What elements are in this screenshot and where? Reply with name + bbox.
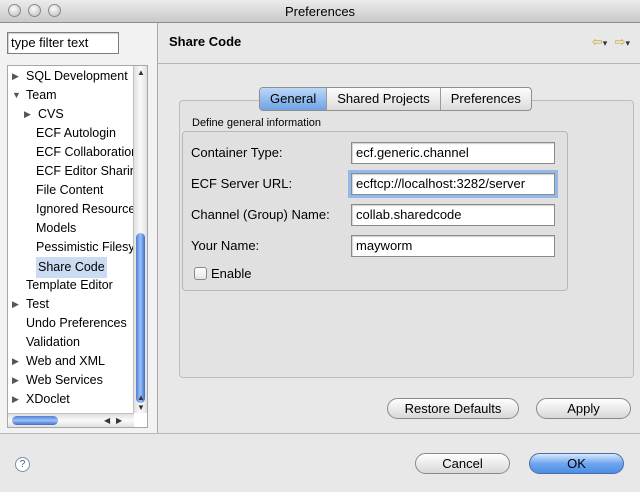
scroll-up-arrow-icon-bottom[interactable]: ▲ bbox=[137, 393, 145, 402]
tree-item-label: Web and XML bbox=[26, 354, 105, 368]
apply-button[interactable]: Apply bbox=[536, 398, 631, 419]
enable-checkbox[interactable] bbox=[194, 267, 207, 280]
channel-name-field[interactable]: collab.sharedcode bbox=[351, 204, 555, 226]
forward-arrow-icon[interactable]: ⇨ bbox=[615, 34, 626, 49]
help-icon[interactable]: ? bbox=[15, 457, 30, 472]
disclosure-collapsed-icon[interactable]: ▶ bbox=[12, 371, 22, 390]
enable-checkbox-label[interactable]: Enable bbox=[211, 266, 251, 281]
tab-general[interactable]: General bbox=[260, 88, 328, 110]
ok-button[interactable]: OK bbox=[529, 453, 624, 474]
tree-item-label: CVS bbox=[38, 107, 64, 121]
cancel-button[interactable]: Cancel bbox=[415, 453, 510, 474]
tree-item-label: Template Editor bbox=[26, 278, 113, 292]
restore-defaults-button[interactable]: Restore Defaults bbox=[387, 398, 519, 419]
preferences-tree: ▶ SQL Development ▼ Team ▶ CVS ECF Autologin EC… bbox=[7, 65, 148, 428]
tree-item-label: Web Services bbox=[26, 373, 103, 387]
tab-shared-projects[interactable]: Shared Projects bbox=[327, 88, 441, 110]
tree-horizontal-scrollbar[interactable]: ◀ ▶ bbox=[8, 413, 134, 427]
window-title: Preferences bbox=[284, 4, 356, 19]
tree-vertical-scrollbar[interactable]: ▲ ▲ ▼ bbox=[133, 66, 147, 413]
container-type-label: Container Type: bbox=[191, 145, 283, 160]
server-url-field[interactable]: ecftcp://localhost:3282/server bbox=[348, 170, 558, 198]
scroll-right-arrow-icon[interactable]: ▶ bbox=[116, 416, 122, 425]
tree-horizontal-scroll-thumb[interactable] bbox=[12, 416, 58, 425]
tree-item-label: File Content bbox=[36, 183, 104, 197]
your-name-field[interactable]: mayworm bbox=[351, 235, 555, 257]
disclosure-collapsed-icon[interactable]: ▶ bbox=[12, 67, 22, 86]
container-type-field[interactable]: ecf.generic.channel bbox=[351, 142, 555, 164]
title-bar: Preferences bbox=[0, 0, 640, 23]
tree-item-label: Share Code bbox=[36, 257, 107, 278]
server-url-label: ECF Server URL: bbox=[191, 176, 293, 191]
tree-item-label: Validation bbox=[26, 335, 80, 349]
section-legend: Define general information bbox=[192, 117, 322, 129]
back-arrow-icon[interactable]: ⇦ bbox=[592, 34, 603, 49]
scroll-down-arrow-icon[interactable]: ▼ bbox=[137, 403, 145, 412]
tree-item-label: ECF Autologin bbox=[36, 126, 116, 140]
disclosure-collapsed-icon[interactable]: ▶ bbox=[24, 105, 34, 124]
tree-item-label: XDoclet bbox=[26, 392, 70, 406]
tree-item-label: SQL Development bbox=[26, 69, 128, 83]
disclosure-expanded-icon[interactable]: ▼ bbox=[12, 86, 22, 105]
history-navigation: ⇦▾ ⇨▾ bbox=[592, 34, 630, 50]
tree-item-label: Ignored Resources bbox=[36, 202, 134, 216]
forward-dropdown-icon[interactable]: ▾ bbox=[625, 38, 630, 48]
your-name-label: Your Name: bbox=[191, 238, 260, 253]
tree-item-label: Undo Preferences bbox=[26, 316, 127, 330]
tab-bar: General Shared Projects Preferences bbox=[259, 87, 532, 111]
disclosure-collapsed-icon[interactable]: ▶ bbox=[12, 390, 22, 409]
preferences-page: Share Code ⇦▾ ⇨▾ General Shared Projects… bbox=[158, 23, 640, 433]
back-dropdown-icon[interactable]: ▾ bbox=[603, 38, 608, 48]
tree-item-label: Team bbox=[26, 88, 57, 102]
disclosure-collapsed-icon[interactable]: ▶ bbox=[12, 295, 22, 314]
scroll-left-arrow-icon[interactable]: ◀ bbox=[104, 416, 110, 425]
dialog-button-bar: ? Cancel OK bbox=[0, 433, 640, 492]
preferences-navigation-pane: type filter text ▶ SQL Development ▼ Team ▶ C… bbox=[0, 23, 158, 433]
page-title: Share Code bbox=[169, 34, 242, 49]
tree-item-label: ECF Collaboration bbox=[36, 145, 134, 159]
scroll-up-arrow-icon[interactable]: ▲ bbox=[137, 68, 145, 77]
tree-item-label: Test bbox=[26, 297, 49, 311]
channel-name-label: Channel (Group) Name: bbox=[191, 207, 330, 222]
filter-input[interactable]: type filter text bbox=[7, 32, 119, 54]
disclosure-collapsed-icon[interactable]: ▶ bbox=[12, 352, 22, 371]
tree-item-label: Pessimistic Filesystem bbox=[36, 240, 134, 254]
tree-item-label: ECF Editor Sharing bbox=[36, 164, 134, 178]
tree-item-label: Models bbox=[36, 221, 77, 235]
title-separator bbox=[158, 63, 640, 64]
tree-vertical-scroll-thumb[interactable] bbox=[136, 233, 145, 403]
tree-list: ▶ SQL Development ▼ Team ▶ CVS ECF Autologin EC… bbox=[8, 66, 134, 413]
tab-preferences[interactable]: Preferences bbox=[441, 88, 531, 110]
